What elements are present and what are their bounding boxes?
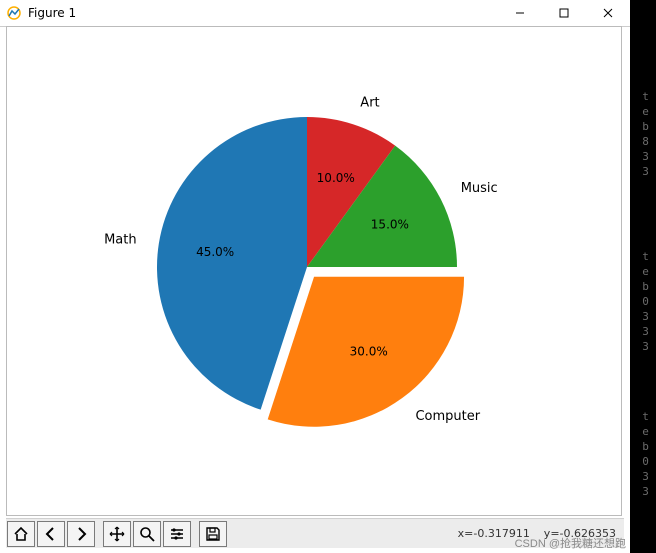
strip-text-1: teb833 [639, 90, 652, 180]
slice-label-art: Art [360, 95, 379, 110]
forward-button[interactable] [67, 521, 95, 547]
pct-label-art: 10.0% [317, 171, 355, 185]
pie-chart: 10.0% Art 15.0% Music 30.0% Computer 45.0% Math [67, 57, 547, 477]
minimize-button[interactable] [498, 0, 542, 26]
back-button[interactable] [37, 521, 65, 547]
slice-label-computer: Computer [415, 409, 480, 424]
slice-label-math: Math [104, 233, 137, 248]
zoom-button[interactable] [133, 521, 161, 547]
app-icon [6, 5, 22, 21]
window-titlebar: Figure 1 [0, 0, 630, 27]
right-sidebar-strip: teb833 teb0333 teb033 [630, 0, 656, 553]
strip-text-3: teb033 [639, 410, 652, 500]
strip-text-2: teb0333 [639, 250, 652, 355]
pct-label-music: 15.0% [371, 217, 409, 231]
pct-label-computer: 30.0% [350, 344, 388, 358]
figure-canvas[interactable]: 10.0% Art 15.0% Music 30.0% Computer 45.0% Math [6, 26, 622, 516]
save-button[interactable] [199, 521, 227, 547]
pie-slice-math [157, 117, 307, 410]
maximize-button[interactable] [542, 0, 586, 26]
close-button[interactable] [586, 0, 630, 26]
slice-label-music: Music [461, 181, 498, 196]
subplots-config-button[interactable] [163, 521, 191, 547]
pct-label-math: 45.0% [196, 245, 234, 259]
home-button[interactable] [7, 521, 35, 547]
pan-button[interactable] [103, 521, 131, 547]
window-title: Figure 1 [28, 6, 76, 20]
watermark-text: CSDN @抢我糖还想跑 [515, 535, 626, 551]
